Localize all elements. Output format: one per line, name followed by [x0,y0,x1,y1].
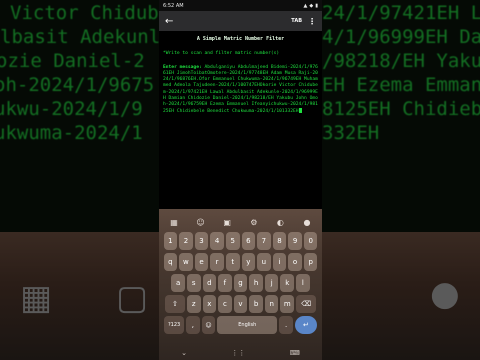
gif-icon[interactable]: ▣ [219,218,235,227]
letter-row-2: a s d f g h j k l [162,274,319,292]
status-bar: 6:52 AM ▲ ◆ ▮ [159,0,322,11]
key[interactable]: e [194,253,209,271]
sticker-icon: ▢ [116,278,149,318]
settings-icon[interactable]: ⚙ [246,218,262,227]
key[interactable]: y [241,253,256,271]
mic-icon[interactable]: ● [299,218,315,227]
phone-screen: 6:52 AM ▲ ◆ ▮ ← TAB ⋮ A Simple Matric Nu… [159,0,322,360]
period-key[interactable]: . [279,316,293,334]
key[interactable]: j [264,274,279,292]
key[interactable]: 3 [194,232,209,250]
bg-line: ukwu-2024/1/9 [0,98,143,120]
key[interactable]: 6 [241,232,256,250]
key[interactable]: v [233,295,248,313]
more-vert-icon[interactable]: ⋮ [308,17,316,26]
key[interactable]: f [218,274,232,292]
key[interactable]: o [288,253,302,271]
key[interactable]: w [179,253,193,271]
mic-icon: ● [430,274,460,314]
key[interactable]: x [202,295,217,313]
input-line[interactable]: Enter message: Abdulganiyu Abdulmajeed B… [163,65,318,115]
key[interactable]: u [257,253,271,271]
grid-icon[interactable]: ▦ [166,218,182,227]
arrow-left-icon[interactable]: ← [165,16,173,27]
navigation-bar: ⌄ ⋮⋮ ⌨ [159,346,322,360]
sticker-icon[interactable]: ☺ [193,218,209,227]
on-screen-keyboard: ▦ ☺ ▣ ⚙ ◐ ● 1 2 3 4 5 6 7 8 9 0 q w e r … [159,209,322,360]
key[interactable]: p [303,253,318,271]
bg-line: ukwuma-2024/1 [0,122,143,144]
key[interactable]: t [225,253,240,271]
key[interactable]: 5 [225,232,240,250]
key[interactable]: g [233,274,248,292]
instruction-text: *Write to scan and filter matric number(… [163,51,280,57]
key[interactable]: 9 [288,232,302,250]
letter-row-3: ⇧ z x c v b n m ⌫ [162,295,319,313]
bg-line: 24/1/97421EH Lawal Abdu [322,2,480,24]
key[interactable]: z [186,295,201,313]
bg-line: 4/1/96999EH Damian Chid [322,26,480,48]
shift-icon[interactable]: ⇧ [164,295,185,313]
bg-line: EH Ezema Emmanuel Ifeany [322,74,480,96]
keyboard-toolbar: ▦ ☺ ▣ ⚙ ◐ ● [162,212,319,232]
status-time: 6:52 AM [163,2,184,9]
bottom-row: ?123 , ☺ English . ↵ [162,316,319,334]
enter-icon[interactable]: ↵ [294,316,317,334]
key[interactable]: 0 [303,232,318,250]
grid-icon[interactable]: ⋮⋮ [231,349,245,357]
letter-row-1: q w e r t y u i o p [162,253,319,271]
down-chevron-icon[interactable]: ⌄ [181,349,187,357]
key[interactable]: a [171,274,185,292]
key[interactable]: i [272,253,287,271]
symbols-key[interactable]: ?123 [164,316,185,334]
bg-line: lbasit Adekunl [0,26,161,48]
bg-line: 8125EH Chidiebele Benedict Ch [322,98,480,120]
text-cursor [298,107,302,113]
bg-line: Victor Chidub [10,2,159,24]
tab-button[interactable]: TAB [291,18,302,24]
palette-icon[interactable]: ◐ [272,218,288,227]
key[interactable]: l [296,274,310,292]
key[interactable]: 7 [257,232,271,250]
key[interactable]: n [264,295,279,313]
terminal-output[interactable]: A Simple Matric Number Filter *Write to … [159,31,322,209]
key[interactable]: 8 [272,232,287,250]
key[interactable]: b [249,295,263,313]
grid-icon: ▦ [20,278,53,318]
input-message: Abdulganiyu Abdulmajeed Bidemi-2024/1/97… [163,65,318,114]
comma-key[interactable]: , [186,316,200,334]
key[interactable]: 4 [210,232,224,250]
keyboard-icon[interactable]: ⌨ [290,349,300,357]
bg-line: 332EH [322,122,380,144]
wifi-icon: ◆ [309,2,314,9]
key[interactable]: r [210,253,224,271]
bg-line: oh-2024/1/9675 [0,74,155,96]
key[interactable]: c [218,295,232,313]
emoji-icon[interactable]: ☺ [201,316,216,334]
bg-line: /98218/EH Yakubu John Om [322,50,480,72]
key[interactable]: h [249,274,263,292]
backspace-icon[interactable]: ⌫ [296,295,317,313]
signal-icon: ▲ [303,2,308,9]
program-title: A Simple Matric Number Filter [196,36,285,42]
battery-icon: ▮ [315,2,318,9]
input-label: Enter message: [163,65,202,71]
key[interactable]: m [280,295,295,313]
key[interactable]: 2 [179,232,193,250]
app-bar: ← TAB ⋮ [159,11,322,31]
key[interactable]: d [202,274,217,292]
key[interactable]: 1 [163,232,178,250]
key[interactable]: q [163,253,178,271]
bg-line: ozie Daniel-2 [0,50,145,72]
space-bar[interactable]: English [217,316,278,334]
key[interactable]: k [280,274,295,292]
number-row: 1 2 3 4 5 6 7 8 9 0 [162,232,319,250]
key[interactable]: s [186,274,201,292]
